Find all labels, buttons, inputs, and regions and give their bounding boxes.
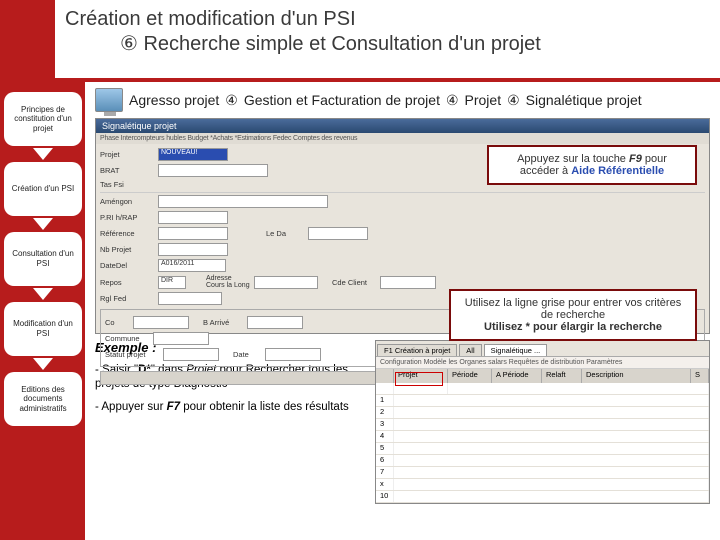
amen-input[interactable] xyxy=(158,195,328,208)
chevron-down-icon xyxy=(33,288,53,300)
ref-input[interactable] xyxy=(158,227,228,240)
tab-signal[interactable]: Signalétique ... xyxy=(484,344,548,356)
slide-header: Création et modification d'un PSI ⑥ Rech… xyxy=(55,0,720,78)
projet-input[interactable]: NOUVEAU! xyxy=(158,148,228,161)
table-row: 2 xyxy=(376,407,709,419)
table-row: 1 xyxy=(376,395,709,407)
highlight-icon xyxy=(395,372,443,386)
slide-title: Création et modification d'un PSI xyxy=(65,8,710,31)
chevron-down-icon xyxy=(33,218,53,230)
nav-item-editions[interactable]: Editions des documents administratifs xyxy=(4,372,82,426)
table-row: 10 xyxy=(376,491,709,503)
monitor-icon xyxy=(95,88,123,112)
table-row: 7 xyxy=(376,467,709,479)
callout-f9: Appuyez sur la touche F9 pour accéder à … xyxy=(487,145,697,185)
table-row: 4 xyxy=(376,431,709,443)
prinrap-input[interactable] xyxy=(158,211,228,224)
chevron-down-icon xyxy=(33,358,53,370)
tab-all[interactable]: All xyxy=(459,344,481,356)
app-tabs: Phase Intercompteurs hubles Budget *Acha… xyxy=(96,133,709,144)
brat-input[interactable] xyxy=(158,164,268,177)
table-row: 3 xyxy=(376,419,709,431)
nav-item-principes[interactable]: Principes de constitution d'un projet xyxy=(4,92,82,146)
results-table-screenshot: F1 Création à projet All Signalétique ..… xyxy=(375,340,710,504)
nav-item-creation[interactable]: Création d'un PSI xyxy=(4,162,82,216)
table-row: 5 xyxy=(376,443,709,455)
app-screenshot: Signalétique projet Phase Intercompteurs… xyxy=(95,118,710,334)
sidebar-nav: Principes de constitution d'un projet Cr… xyxy=(4,92,82,426)
table-row: 6 xyxy=(376,455,709,467)
nav-item-consultation[interactable]: Consultation d'un PSI xyxy=(4,232,82,286)
window-title: Signalétique projet xyxy=(96,119,709,133)
main-content: Agresso projet ④ Gestion et Facturation … xyxy=(85,82,720,540)
callout-search: Utilisez la ligne grise pour entrer vos … xyxy=(449,289,697,341)
chevron-down-icon xyxy=(33,148,53,160)
slide-subtitle: ⑥ Recherche simple et Consultation d'un … xyxy=(65,31,710,56)
table-row: x xyxy=(376,479,709,491)
nav-item-modification[interactable]: Modification d'un PSI xyxy=(4,302,82,356)
tab-creation[interactable]: F1 Création à projet xyxy=(377,344,457,356)
breadcrumb: Agresso projet ④ Gestion et Facturation … xyxy=(95,88,710,112)
